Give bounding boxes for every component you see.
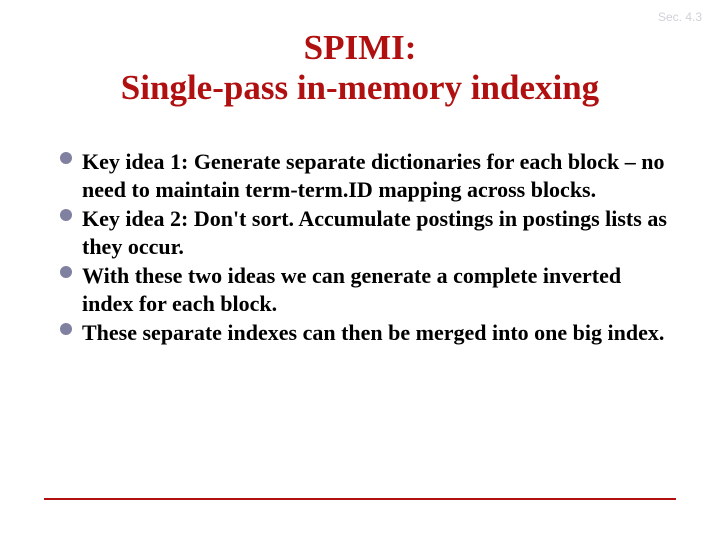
title-line-2: Single-pass in-memory indexing — [121, 68, 599, 107]
bullet-text: Key idea 1: Generate separate dictionari… — [82, 148, 672, 203]
bullet-icon — [60, 323, 72, 335]
bullet-text: With these two ideas we can generate a c… — [82, 262, 672, 317]
bullet-icon — [60, 152, 72, 164]
list-item: With these two ideas we can generate a c… — [60, 262, 672, 317]
bullet-text: These separate indexes can then be merge… — [82, 319, 672, 347]
bullet-icon — [60, 266, 72, 278]
list-item: Key idea 2: Don't sort. Accumulate posti… — [60, 205, 672, 260]
footer-divider — [44, 498, 676, 500]
title-line-1: SPIMI: — [304, 28, 417, 67]
bullet-icon — [60, 209, 72, 221]
list-item: These separate indexes can then be merge… — [60, 319, 672, 347]
slide-title: SPIMI: Single-pass in-memory indexing — [0, 28, 720, 109]
slide: Sec. 4.3 SPIMI: Single-pass in-memory in… — [0, 0, 720, 540]
slide-body: Key idea 1: Generate separate dictionari… — [60, 148, 672, 349]
list-item: Key idea 1: Generate separate dictionari… — [60, 148, 672, 203]
bullet-text: Key idea 2: Don't sort. Accumulate posti… — [82, 205, 672, 260]
section-label: Sec. 4.3 — [658, 10, 702, 24]
